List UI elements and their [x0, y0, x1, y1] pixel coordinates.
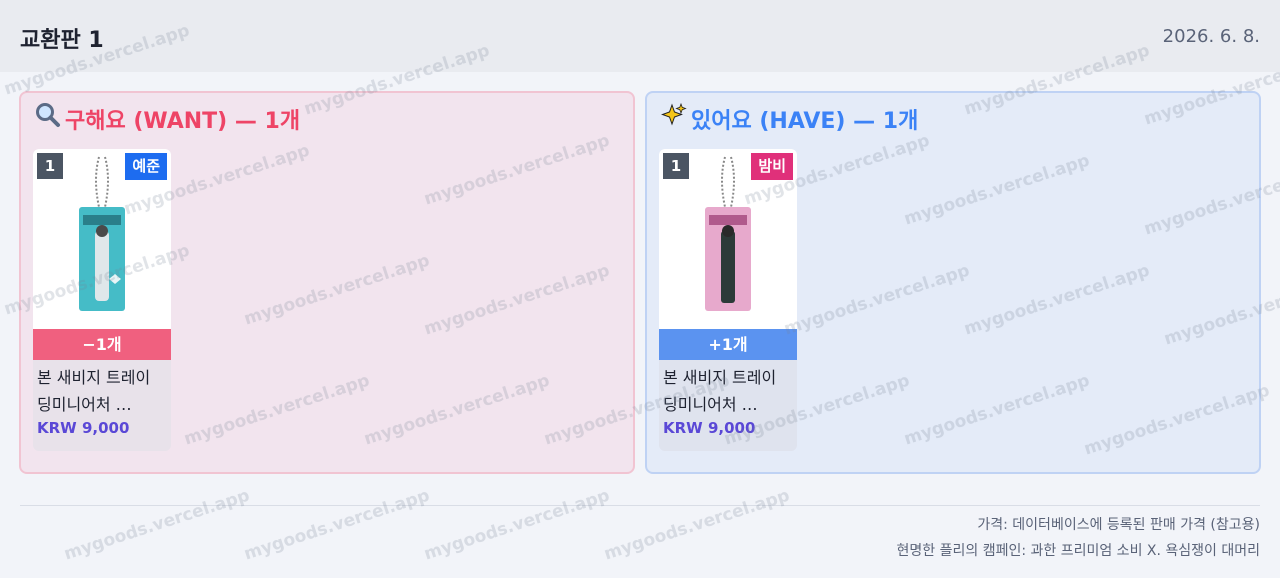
item-price: KRW 9,000 [663, 419, 756, 437]
watermark: mygoods.vercel.app [421, 485, 613, 565]
delta-bar: −1개 [33, 329, 171, 360]
want-panel-title: 구해요 (WANT) — 1개 [35, 102, 300, 135]
want-item-card[interactable]: 1 예준 −1개 본 새비지 트레이 딩미니어처 … KRW 9,000 [33, 149, 171, 451]
price-note: 가격: 데이터베이스에 등록된 판매 가격 (참고용) [977, 517, 1260, 533]
magnifier-icon [35, 102, 65, 134]
watermark: mygoods.vercel.app [61, 485, 253, 565]
item-thumbnail: 1 예준 [33, 149, 171, 329]
item-thumbnail: 1 밤비 [659, 149, 797, 329]
member-badge: 밤비 [751, 153, 793, 180]
item-price: KRW 9,000 [37, 419, 130, 437]
have-panel-title: 있어요 (HAVE) — 1개 [661, 102, 918, 135]
want-panel-label: 구해요 (WANT) — 1개 [65, 109, 301, 134]
delta-bar: +1개 [659, 329, 797, 360]
quantity-badge: 1 [37, 153, 63, 179]
sparkles-icon [661, 102, 691, 134]
item-name: 본 새비지 트레이 딩미니어처 … [37, 368, 151, 414]
board-title: 교환판 1 [20, 28, 104, 53]
board-header: 교환판 1 2026. 6. 8. [0, 0, 1280, 72]
board-date: 2026. 6. 8. [1162, 26, 1260, 47]
footer-divider [20, 505, 1260, 506]
have-item-card[interactable]: 1 밤비 +1개 본 새비지 트레이 딩미니어처 … KRW 9,000 [659, 149, 797, 451]
want-panel: 구해요 (WANT) — 1개 1 예준 −1개 본 새비지 트레이 딩미니어처… [19, 91, 635, 474]
have-panel-label: 있어요 (HAVE) — 1개 [691, 109, 919, 134]
have-panel: 있어요 (HAVE) — 1개 1 밤비 +1개 본 새비지 트레이 딩미니어처… [645, 91, 1261, 474]
watermark: mygoods.vercel.app [241, 485, 433, 565]
member-badge: 예준 [125, 153, 167, 180]
campaign-note: 현명한 플리의 캠페인: 과한 프리미엄 소비 X. 욕심쟁이 대머리 [896, 543, 1260, 559]
quantity-badge: 1 [663, 153, 689, 179]
watermark: mygoods.vercel.app [601, 485, 793, 565]
item-name: 본 새비지 트레이 딩미니어처 … [663, 368, 777, 414]
